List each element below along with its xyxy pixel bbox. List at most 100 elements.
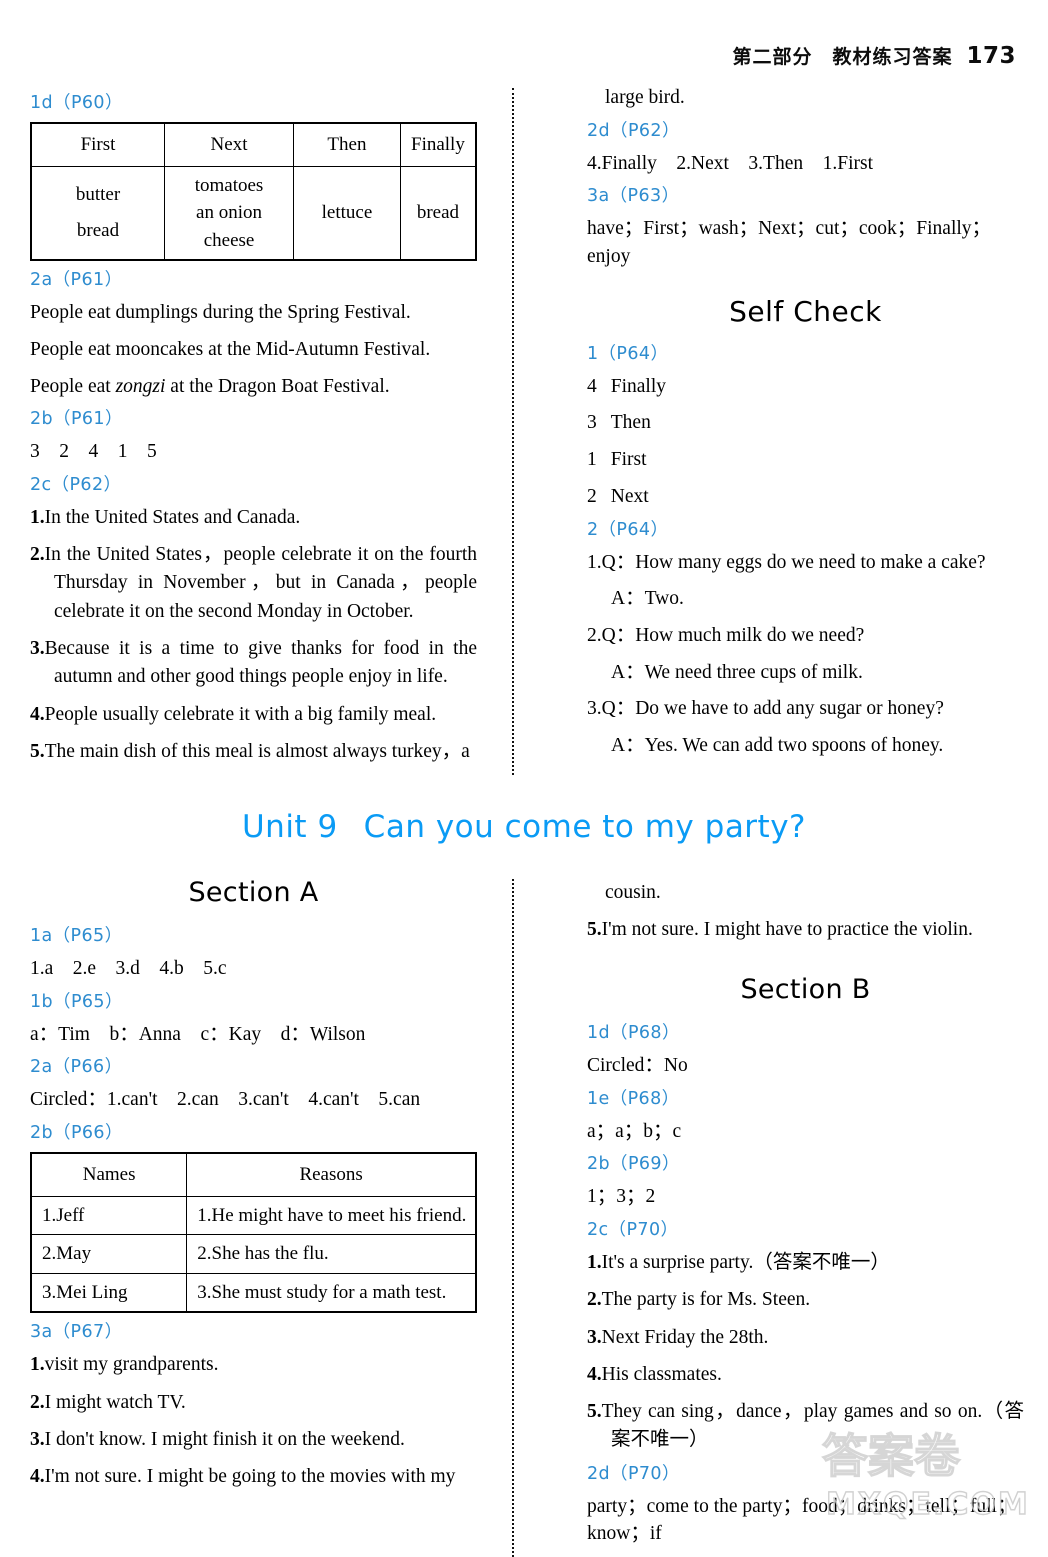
cell-reason: 3.She must study for a math test. [186, 1272, 477, 1313]
self-check-heading: Self Check [729, 294, 882, 328]
cell-name: 3.Mei Ling [30, 1272, 188, 1313]
cell-line: tomatoes [194, 174, 264, 196]
item-text: Finally [610, 375, 667, 397]
answer-2c-1: 1.It's a surprise party.（答案不唯一） [587, 1249, 1024, 1277]
answer-2d-section-b: party；come to the party；food；drinks；tell… [587, 1495, 1017, 1545]
left-column-bottom: Section A 1a（P65） 1.a 2.e 3.d 4.b 5.c 1b… [0, 875, 489, 1557]
answer-1d: Circled：No [587, 1055, 688, 1077]
table-header-first: First [30, 122, 165, 167]
item-number: 4. [587, 1363, 602, 1385]
item-number: 5. [587, 1401, 602, 1423]
item-text: In the United States，people celebrate it… [44, 544, 477, 622]
table-header-finally: Finally [399, 122, 477, 167]
label-2a-p61: 2a（P61） [30, 270, 123, 291]
right-column-top: large bird. 2d（P62） 4.Finally 2.Next 3.T… [559, 84, 1048, 775]
answer-2c-1: 1.In the United States and Canada. [30, 504, 477, 532]
left-column-top: 1d（P60） First Next Then Finally butter b… [0, 84, 489, 775]
answer-2c-4: 4.People usually celebrate it with a big… [30, 701, 477, 729]
label-1b-p65: 1b（P65） [30, 991, 123, 1012]
item-text: People usually celebrate it with a big f… [44, 703, 437, 725]
column-divider [489, 84, 559, 776]
item-text: The party is for Ms. Steen. [601, 1289, 811, 1311]
table-header-then: Then [293, 122, 401, 167]
label-3a-p67: 3a（P67） [30, 1322, 123, 1343]
label-2d-p62: 2d（P62） [587, 120, 680, 141]
answer-2b-section-b: 1；3；2 [587, 1186, 656, 1208]
answer-2a-3-pre: People eat [30, 375, 116, 397]
cell-reason: 1.He might have to meet his friend. [186, 1195, 477, 1236]
item-number: 2. [30, 544, 45, 566]
answer-2a-1: People eat dumplings during the Spring F… [30, 302, 411, 324]
item-text: Next Friday the 28th. [601, 1326, 769, 1348]
item-number: 3. [30, 638, 45, 659]
answer-3a-1: 1.visit my grandparents. [30, 1351, 477, 1379]
answer-2c-4: 4.His classmates. [587, 1361, 1024, 1389]
item-number: 5. [587, 918, 602, 940]
header-title: 第二部分 教材练习答案 [732, 46, 953, 68]
item-number: 1. [587, 1252, 602, 1274]
answer-2c-3: 3.Because it is a time to give thanks fo… [30, 635, 477, 692]
answer-2c-2: 2.In the United States，people celebrate … [30, 541, 477, 626]
table-header-next: Next [163, 122, 295, 167]
answer-1b: a：Tim b：Anna c：Kay d：Wilson [30, 1023, 366, 1045]
label-2c-p70: 2c（P70） [587, 1220, 679, 1241]
cell-line: butter [75, 184, 121, 206]
item-number: 3. [30, 1428, 45, 1450]
item-text: Because it is a time to give thanks for … [44, 638, 477, 688]
item-number: 1. [30, 1354, 45, 1376]
item-text: I'm not sure. I might have to practice t… [601, 918, 973, 940]
unit-number: Unit 9 [241, 809, 338, 846]
table-row: 1.Jeff 1.He might have to meet his frien… [30, 1195, 477, 1236]
bottom-block: Section A 1a（P65） 1.a 2.e 3.d 4.b 5.c 1b… [0, 875, 1048, 1557]
selfcheck-item-1: 4 Finally [587, 373, 1024, 401]
answer-3a: have；First；wash；Next；cut；cook；Finally；en… [587, 218, 992, 268]
item-number: 3. [587, 1326, 602, 1348]
answer-2a-3: People eat zongzi at the Dragon Boat Fes… [30, 373, 477, 401]
label-2b-p69: 2b（P69） [587, 1154, 680, 1175]
item-text: I don't know. I might finish it on the w… [44, 1428, 405, 1450]
qa-2-2-answer: A：We need three cups of milk. [611, 661, 863, 683]
item-text: Next [610, 485, 649, 507]
qa-2-2-question: 2.Q：How much milk do we need? [587, 624, 865, 646]
answer-3a-5: 5.I'm not sure. I might have to practice… [587, 916, 1024, 944]
item-text: I might watch TV. [44, 1391, 186, 1413]
qa-2-1-answer: A：Two. [611, 588, 684, 610]
item-number: 4. [30, 703, 45, 725]
label-1a-p65: 1a（P65） [30, 926, 123, 947]
answer-2d: 4.Finally 2.Next 3.Then 1.First [587, 152, 873, 174]
table-row: 2.May 2.She has the flu. [30, 1234, 477, 1274]
label-1d-p68: 1d（P68） [587, 1023, 680, 1044]
continuation-cousin: cousin. [605, 882, 661, 904]
label-3a-p63: 3a（P63） [587, 186, 680, 207]
unit-banner: Unit 9 Can you come to my party? [0, 809, 1048, 845]
answer-2b: 3 2 4 1 5 [30, 441, 157, 463]
answer-2a-2: People eat mooncakes at the Mid-Autumn F… [30, 338, 431, 360]
qa-2-1-question: 1.Q：How many eggs do we need to make a c… [587, 551, 986, 573]
cell-reason: 2.She has the flu. [186, 1234, 477, 1274]
content-columns: 1d（P60） First Next Then Finally butter b… [0, 84, 1048, 1557]
item-number: 2. [587, 1289, 602, 1311]
answer-2a-3-italic: zongzi [115, 375, 166, 397]
item-number: 1. [30, 506, 45, 528]
label-2-p64: 2（P64） [587, 519, 669, 540]
cell-then: lettuce [293, 165, 401, 261]
page-header: 第二部分 教材练习答案 173 [732, 42, 1016, 69]
item-text: I'm not sure. I might be going to the mo… [44, 1466, 456, 1488]
answer-2a-section-a: Circled：1.can't 2.can 3.can't 4.can't 5.… [30, 1089, 421, 1111]
selfcheck-item-4: 2 Next [587, 483, 1024, 511]
page-number: 173 [966, 43, 1016, 69]
item-text: Then [610, 412, 651, 434]
item-number: 5. [30, 740, 45, 762]
label-1e-p68: 1e（P68） [587, 1088, 680, 1109]
item-number: 2 [587, 485, 597, 507]
cell-line: bread [76, 219, 120, 241]
cell-name: 2.May [30, 1234, 188, 1274]
cell-line: cheese [203, 229, 255, 251]
answer-1e: a；a；b；c [587, 1120, 682, 1142]
label-2b-p66: 2b（P66） [30, 1123, 123, 1144]
answer-1a: 1.a 2.e 3.d 4.b 5.c [30, 958, 227, 980]
item-text: In the United States and Canada. [44, 506, 301, 528]
continuation-large-bird: large bird. [605, 87, 685, 108]
table-1d: First Next Then Finally butter bread tom… [30, 122, 477, 262]
column-divider [489, 875, 559, 1557]
